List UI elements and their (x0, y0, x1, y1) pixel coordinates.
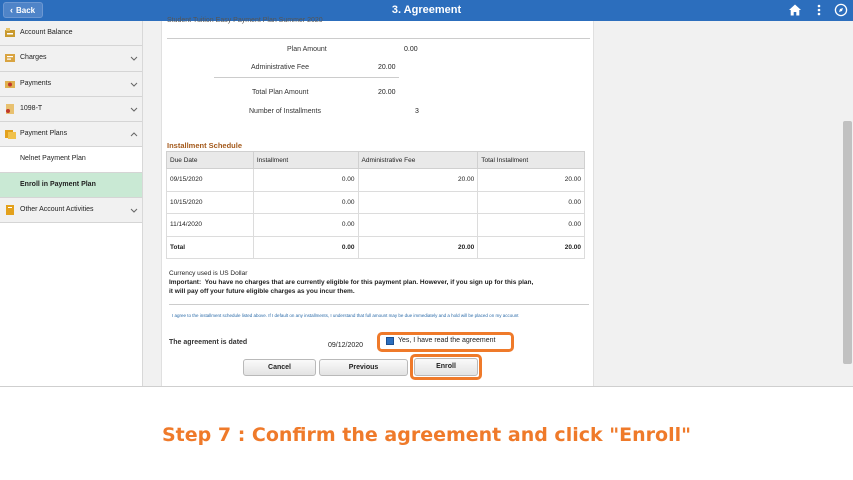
divider (169, 304, 589, 305)
page-title: 3. Agreement (391, 4, 462, 16)
column-header: Installment (252, 151, 359, 169)
column-header: Total Installment (477, 151, 585, 169)
sidebar-item-enroll-in-payment-plan[interactable]: Enroll in Payment Plan (0, 172, 142, 199)
grand-total-cell: 20.00 (477, 235, 585, 259)
admin-fee-value: 20.00 (378, 64, 396, 71)
sidebar-item-label: Account Balance (20, 29, 73, 36)
divider (167, 38, 590, 39)
sidebar-item-label: Charges (20, 54, 47, 62)
installment-schedule-title: Installment Schedule (167, 141, 243, 150)
currency-note: Currency used is US Dollar (169, 270, 248, 277)
tax-form-icon (6, 103, 14, 114)
sidebar-empty-area (0, 223, 142, 412)
enroll-button[interactable]: Enroll (414, 358, 478, 376)
sidebar-item-nelnet-payment-plan[interactable]: Nelnet Payment Plan (0, 147, 142, 173)
admin-fee-cell: 20.00 (357, 168, 479, 192)
table-row: 09/15/2020 0.00 20.00 20.00 (166, 168, 585, 192)
summary-rule (214, 77, 399, 78)
admin-fee-cell (357, 190, 479, 214)
agreement-checkbox[interactable]: Yes, I have read the agreement (380, 335, 511, 349)
due-date-cell: 11/14/2020 (166, 213, 254, 237)
payment-plans-icon (5, 130, 16, 140)
admin-fee-total-cell: 20.00 (357, 235, 479, 259)
account-balance-icon (5, 28, 15, 37)
total-installment-cell: 20.00 (477, 168, 585, 192)
scrollbar-thumb[interactable] (843, 121, 852, 364)
table-row: 10/15/2020 0.00 0.00 (166, 190, 585, 214)
important-note: Important: You have no charges that are … (169, 278, 534, 296)
home-icon[interactable] (788, 3, 802, 17)
table-total-row: Total 0.00 20.00 20.00 (166, 235, 585, 259)
plan-amount-value: 0.00 (404, 46, 418, 53)
important-label: Important: (169, 279, 202, 286)
column-header: Administrative Fee (357, 151, 479, 169)
sidebar-item-payments[interactable]: Payments (0, 72, 142, 97)
agreement-checkbox-label: Yes, I have read the agreement (398, 337, 496, 344)
sidebar-item-label: Nelnet Payment Plan (20, 155, 86, 163)
table-header-row: Due Date Installment Administrative Fee … (166, 151, 585, 169)
sidebar-item-label: 1098-T (20, 104, 43, 112)
sidebar-nav: Account Balance Charges Payments 1098-T … (0, 21, 143, 412)
plan-amount-label: Plan Amount (287, 46, 327, 53)
sidebar-item-label: Payment Plans (20, 130, 68, 138)
chevron-down-icon (130, 56, 138, 62)
sidebar-item-label: Other Account Activities (20, 206, 94, 214)
important-text: You have no charges that are currently e… (169, 279, 534, 295)
sidebar-item-1098t[interactable]: 1098-T (0, 97, 142, 123)
step-caption: Step 7 : Confirm the agreement and click… (161, 424, 691, 446)
agreement-dated-label: The agreement is dated (169, 339, 248, 346)
charges-icon (5, 54, 15, 63)
installments-value: 3 (415, 108, 419, 115)
sidebar-item-charges[interactable]: Charges (0, 46, 142, 72)
scrollbar[interactable] (842, 21, 853, 386)
chevron-up-icon (130, 132, 138, 137)
total-plan-label: Total Plan Amount (252, 89, 309, 96)
chevron-down-icon (130, 82, 138, 87)
installment-schedule-table: Due Date Installment Administrative Fee … (166, 151, 585, 259)
main-content: Student Tuition Easy Payment Plan Summer… (143, 17, 853, 386)
installment-total-cell: 0.00 (252, 235, 359, 259)
sidebar-item-label: Payments (20, 79, 52, 87)
admin-fee-label: Administrative Fee (251, 64, 309, 71)
payments-icon (5, 80, 15, 88)
installment-cell: 0.00 (252, 213, 359, 237)
column-header: Due Date (166, 151, 254, 169)
sidebar-item-account-balance[interactable]: Account Balance (0, 21, 142, 47)
instruction-panel: Step 7 : Confirm the agreement and click… (0, 386, 853, 480)
chevron-down-icon (130, 107, 138, 112)
installment-cell: 0.00 (252, 190, 359, 214)
sidebar-item-label: Enroll in Payment Plan (20, 180, 96, 188)
sidebar-item-payment-plans[interactable]: Payment Plans (0, 122, 142, 148)
other-activities-icon (6, 205, 14, 216)
total-label-cell: Total (166, 235, 254, 259)
menu-icon[interactable] (812, 3, 826, 17)
chevron-down-icon (130, 208, 138, 213)
due-date-cell: 09/15/2020 (166, 168, 254, 192)
table-row: 11/14/2020 0.00 0.00 (166, 213, 585, 237)
sidebar-item-other-account-activities[interactable]: Other Account Activities (0, 198, 142, 224)
admin-fee-cell (357, 213, 479, 237)
checkbox-checked-icon[interactable] (386, 337, 394, 345)
agreement-dated-value: 09/12/2020 (328, 342, 364, 349)
previous-button[interactable]: Previous (319, 359, 408, 376)
cancel-button[interactable]: Cancel (243, 359, 316, 376)
total-installment-cell: 0.00 (477, 213, 585, 237)
total-installment-cell: 0.00 (477, 190, 585, 214)
total-plan-value: 20.00 (378, 89, 396, 96)
due-date-cell: 10/15/2020 (166, 190, 254, 214)
installment-cell: 0.00 (252, 168, 359, 192)
plan-heading-partial: Student Tuition Easy Payment Plan Summer… (167, 17, 323, 24)
installments-label: Number of Installments (249, 108, 321, 115)
top-banner: ‹ Back 3. Agreement (0, 0, 853, 21)
navigator-icon[interactable] (834, 3, 848, 17)
agreement-text: I agree to the installment schedule list… (172, 313, 519, 318)
